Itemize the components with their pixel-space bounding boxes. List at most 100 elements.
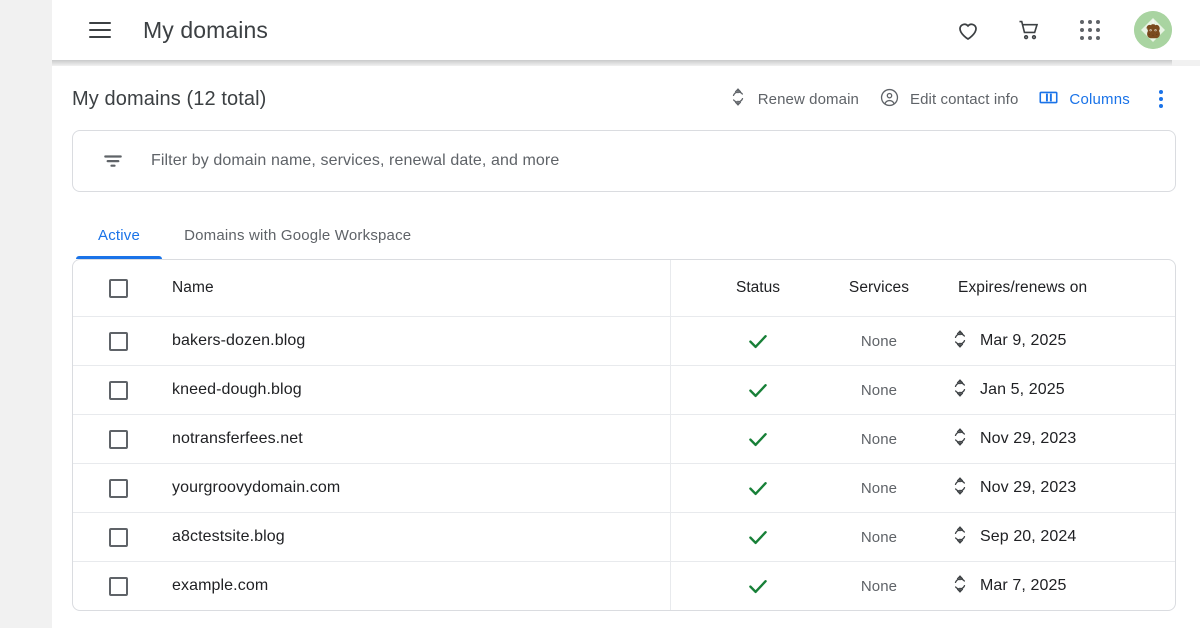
apps-grid-icon[interactable] (1073, 13, 1107, 47)
content-area: My domains (12 total) Renew domain Edit … (52, 66, 1200, 628)
table-row[interactable]: a8ctestsite.blog None Sep 20, 2024 (73, 512, 1175, 561)
column-divider (670, 260, 671, 316)
table-row[interactable]: notransferfees.net None Nov 29, 2023 (73, 414, 1175, 463)
hamburger-menu-icon[interactable] (76, 6, 124, 54)
select-all-checkbox[interactable] (108, 278, 128, 298)
expires-date: Jan 5, 2025 (980, 381, 1065, 398)
table-header-row: Name Status Services Expires/renews on (73, 260, 1175, 316)
row-select-cell (73, 380, 157, 400)
domain-status (698, 475, 818, 501)
row-checkbox[interactable] (108, 331, 128, 351)
domains-table: Name Status Services Expires/renews on b… (72, 259, 1176, 611)
domain-expires: Mar 7, 2025 (940, 574, 1175, 599)
more-vert-icon[interactable] (1146, 84, 1176, 114)
table-row[interactable]: example.com None Mar 7, 2025 (73, 561, 1175, 610)
renew-icon (950, 329, 970, 354)
expires-date: Sep 20, 2024 (980, 528, 1077, 545)
renew-icon (950, 427, 970, 452)
filter-list-icon (101, 149, 125, 173)
domain-services: None (860, 332, 898, 350)
filter-bar[interactable]: Filter by domain name, services, renewal… (72, 130, 1176, 192)
check-icon (745, 328, 771, 354)
column-divider (670, 366, 671, 414)
renew-domain-label: Renew domain (757, 90, 859, 108)
domain-name[interactable]: yourgroovydomain.com (157, 479, 698, 497)
column-divider (670, 415, 671, 463)
app-title: My domains (143, 16, 268, 43)
row-select-cell (73, 429, 157, 449)
renew-domain-button[interactable]: Renew domain (718, 81, 869, 117)
column-header-status[interactable]: Status (698, 279, 818, 297)
row-select-cell (73, 576, 157, 596)
row-checkbox[interactable] (108, 478, 128, 498)
content-header: My domains (12 total) Renew domain Edit … (72, 66, 1176, 122)
page-title: My domains (12 total) (72, 87, 267, 110)
domain-expires: Sep 20, 2024 (940, 525, 1175, 550)
columns-button[interactable]: Columns (1028, 81, 1140, 118)
tab-bar: Active Domains with Google Workspace (72, 211, 1176, 259)
domain-expires: Nov 29, 2023 (940, 427, 1175, 452)
table-row[interactable]: yourgroovydomain.com None Nov 29, 2023 (73, 463, 1175, 512)
check-icon (745, 475, 771, 501)
domain-name[interactable]: a8ctestsite.blog (157, 528, 698, 546)
domain-name[interactable]: bakers-dozen.blog (157, 332, 698, 350)
edit-contact-info-label: Edit contact info (909, 90, 1019, 108)
left-gutter (0, 0, 52, 628)
expires-date: Mar 7, 2025 (980, 577, 1067, 594)
cart-icon[interactable] (1012, 13, 1046, 47)
expires-date: Mar 9, 2025 (980, 332, 1067, 349)
table-row[interactable]: kneed-dough.blog None Jan 5, 2025 (73, 365, 1175, 414)
row-checkbox[interactable] (108, 380, 128, 400)
domain-expires: Nov 29, 2023 (940, 476, 1175, 501)
columns-icon (1038, 87, 1059, 112)
avatar[interactable] (1134, 11, 1172, 49)
domain-status (698, 573, 818, 599)
domain-status (698, 524, 818, 550)
row-checkbox[interactable] (108, 527, 128, 547)
row-checkbox[interactable] (108, 429, 128, 449)
app-bar-actions (951, 11, 1172, 49)
domain-name[interactable]: kneed-dough.blog (157, 381, 698, 399)
row-select-cell (73, 527, 157, 547)
domain-services: None (860, 577, 898, 595)
check-icon (745, 524, 771, 550)
app-bar: My domains (52, 0, 1200, 60)
edit-contact-info-button[interactable]: Edit contact info (869, 81, 1028, 118)
page-root: My domains My domains (12 total) Renew d… (0, 0, 1200, 628)
row-select-cell (73, 331, 157, 351)
select-all-cell (73, 278, 157, 298)
tab-active[interactable]: Active (76, 211, 163, 259)
domain-name[interactable]: example.com (157, 577, 698, 595)
account-circle-icon (879, 87, 900, 112)
domain-services: None (860, 430, 898, 448)
domain-services: None (860, 528, 898, 546)
column-header-services[interactable]: Services (818, 279, 940, 297)
domain-status (698, 377, 818, 403)
expires-date: Nov 29, 2023 (980, 430, 1077, 447)
renew-icon (728, 87, 748, 111)
column-divider (670, 562, 671, 610)
row-select-cell (73, 478, 157, 498)
expires-date: Nov 29, 2023 (980, 479, 1077, 496)
domain-services: None (860, 479, 898, 497)
columns-label: Columns (1069, 90, 1130, 108)
domain-status (698, 426, 818, 452)
check-icon (745, 377, 771, 403)
domain-name[interactable]: notransferfees.net (157, 430, 698, 448)
domain-expires: Mar 9, 2025 (940, 329, 1175, 354)
domain-expires: Jan 5, 2025 (940, 378, 1175, 403)
column-divider (670, 317, 671, 365)
table-row[interactable]: bakers-dozen.blog None Mar 9, 2025 (73, 316, 1175, 365)
renew-icon (950, 574, 970, 599)
domain-status (698, 328, 818, 354)
renew-icon (950, 476, 970, 501)
column-divider (670, 513, 671, 561)
column-divider (670, 464, 671, 512)
renew-icon (950, 378, 970, 403)
column-header-expires[interactable]: Expires/renews on (940, 279, 1175, 297)
renew-icon (950, 525, 970, 550)
column-header-name[interactable]: Name (157, 279, 698, 297)
favorites-icon[interactable] (951, 13, 985, 47)
tab-domains-with-google-workspace[interactable]: Domains with Google Workspace (162, 211, 433, 259)
row-checkbox[interactable] (108, 576, 128, 596)
